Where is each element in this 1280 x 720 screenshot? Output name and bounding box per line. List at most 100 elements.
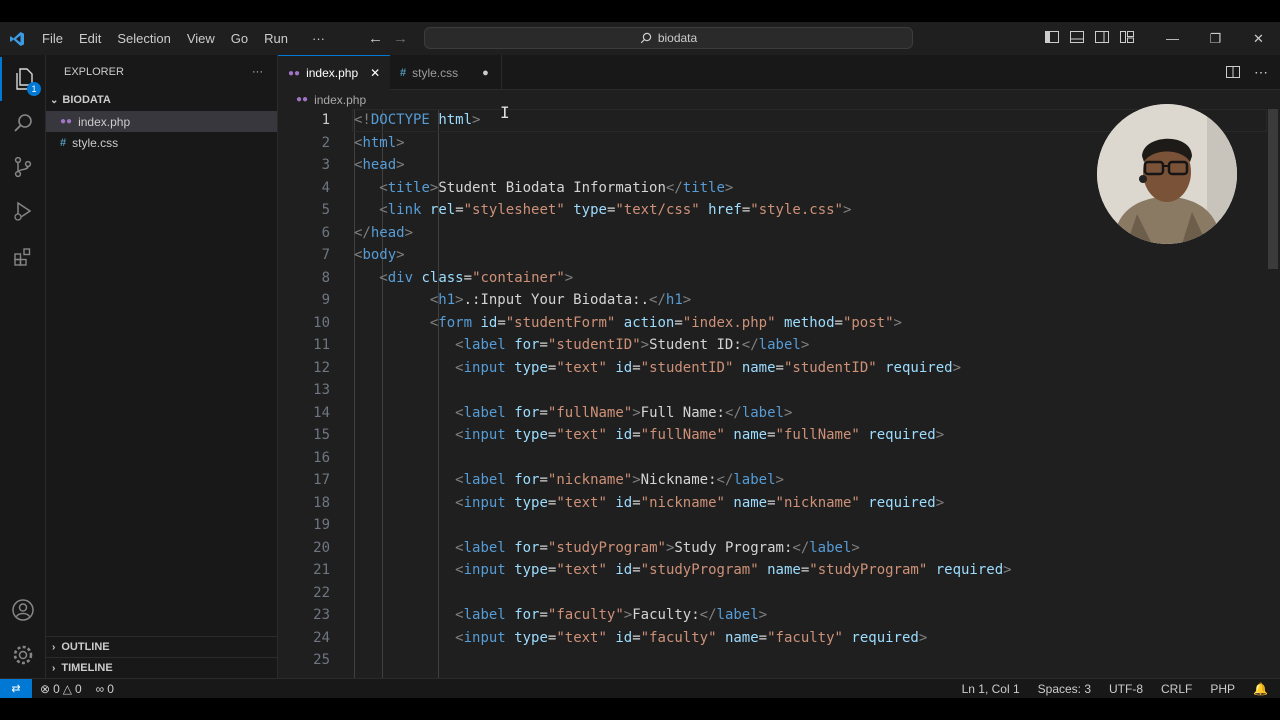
code-line[interactable]: 11 <label for="studentID">Student ID:</l… — [278, 334, 1268, 357]
menu-item[interactable]: ··· — [304, 22, 333, 55]
line-number: 14 — [313, 404, 330, 421]
restore-icon[interactable]: ❐ — [1194, 31, 1237, 47]
file-item-index-php[interactable]: ●● index.php — [46, 111, 277, 132]
command-center-search[interactable]: biodata — [424, 27, 913, 49]
unsaved-dot-icon[interactable]: ● — [482, 67, 489, 79]
line-number: 23 — [313, 607, 330, 623]
line-number: 9 — [321, 292, 330, 308]
line-number: 10 — [313, 314, 330, 331]
cursor-position[interactable]: Ln 1, Col 1 — [962, 682, 1020, 696]
video-letterbox-bottom — [0, 698, 1280, 720]
line-number: 16 — [313, 449, 330, 466]
code-text: <input type="text" id="studyProgram" nam… — [455, 562, 1012, 578]
line-number: 19 — [313, 517, 330, 533]
run-debug-icon[interactable] — [0, 189, 46, 233]
menu-item[interactable]: File — [34, 22, 71, 55]
code-line[interactable]: 7 <body> — [278, 244, 1268, 267]
line-number: 1 — [321, 112, 330, 128]
tab-style-css[interactable]: # style.css ● — [390, 55, 502, 90]
explorer-header: EXPLORER ··· — [46, 55, 277, 89]
toggle-secondary-sidebar-icon[interactable] — [1089, 31, 1114, 46]
code-text: <form id="studentForm" action="index.php… — [429, 314, 902, 331]
notifications-bell-icon[interactable]: 🔔 — [1253, 682, 1268, 696]
manage-gear-icon[interactable] — [0, 633, 46, 677]
indentation[interactable]: Spaces: 3 — [1038, 682, 1091, 696]
code-line[interactable]: 25 — [278, 649, 1268, 672]
code-line[interactable]: 22 — [278, 582, 1268, 605]
code-text: <h1>.:Input Your Biodata:.</h1> — [429, 292, 692, 308]
outline-section[interactable]: › OUTLINE — [46, 636, 278, 657]
status-left: ⊗ 0 △ 0 ∞ 0 — [32, 682, 114, 696]
code-line[interactable]: 12 <input type="text" id="studentID" nam… — [278, 357, 1268, 380]
code-line[interactable]: 21 <input type="text" id="studyProgram" … — [278, 559, 1268, 582]
search-view-icon[interactable] — [0, 101, 46, 145]
code-line[interactable]: 19 — [278, 514, 1268, 537]
split-editor-icon[interactable] — [1226, 65, 1240, 81]
code-line[interactable]: 17 <label for="nickname">Nickname:</labe… — [278, 469, 1268, 492]
code-line[interactable]: 13 — [278, 379, 1268, 402]
ports-indicator[interactable]: ∞ 0 — [96, 682, 114, 696]
toggle-sidebar-icon[interactable] — [1039, 31, 1064, 46]
line-number: 24 — [313, 629, 330, 646]
window-controls: — ❐ ✕ — [1039, 22, 1280, 55]
menu-bar: File Edit Selection View Go Run ··· — [34, 22, 333, 55]
menu-item[interactable]: Run — [256, 22, 296, 55]
warning-count: 0 — [74, 681, 82, 696]
explorer-icon[interactable]: 1 — [0, 57, 46, 101]
code-text: <input type="text" id="studentID" name="… — [455, 359, 961, 376]
line-number: 3 — [321, 157, 330, 173]
menu-item[interactable]: Selection — [109, 22, 178, 55]
toggle-panel-icon[interactable] — [1064, 31, 1089, 46]
more-actions-icon[interactable]: ⋯ — [1254, 64, 1268, 81]
menu-item[interactable]: Edit — [71, 22, 109, 55]
forward-arrow-icon[interactable]: → — [393, 30, 408, 47]
warning-icon: △ — [62, 681, 72, 696]
code-line[interactable]: 18 <input type="text" id="nickname" name… — [278, 492, 1268, 515]
code-line[interactable]: 20 <label for="studyProgram">Study Progr… — [278, 537, 1268, 560]
activity-bar: 1 — [0, 55, 46, 678]
folder-biodata[interactable]: ⌄ BIODATA — [46, 89, 277, 111]
extensions-icon[interactable] — [0, 235, 46, 279]
code-line[interactable]: 15 <input type="text" id="fullName" name… — [278, 424, 1268, 447]
timeline-section[interactable]: › TIMELINE — [46, 657, 278, 678]
menu-item[interactable]: Go — [223, 22, 256, 55]
source-control-icon[interactable] — [0, 145, 46, 189]
code-text: <label for="nickname">Nickname:</label> — [455, 472, 784, 488]
code-line[interactable]: 24 <input type="text" id="faculty" name=… — [278, 627, 1268, 650]
file-item-style-css[interactable]: # style.css — [46, 132, 277, 153]
line-number: 15 — [313, 427, 330, 443]
tab-label: index.php — [306, 66, 359, 80]
php-file-icon: ●● — [296, 94, 309, 105]
menu-item[interactable]: View — [179, 22, 223, 55]
code-line[interactable]: 16 — [278, 447, 1268, 470]
code-line[interactable]: 10 <form id="studentForm" action="index.… — [278, 312, 1268, 335]
remote-indicator-icon[interactable]: ⇄ — [0, 678, 32, 699]
problems-indicator[interactable]: ⊗ 0 △ 0 — [40, 682, 82, 696]
editor-scrollbar[interactable] — [1268, 109, 1278, 269]
customize-layout-icon[interactable] — [1114, 31, 1139, 46]
breadcrumb-file[interactable]: index.php — [314, 93, 366, 107]
accounts-icon[interactable] — [0, 588, 46, 632]
line-ending[interactable]: CRLF — [1161, 682, 1192, 696]
error-icon: ⊗ — [40, 681, 51, 696]
folder-label: BIODATA — [62, 94, 111, 106]
line-number: 21 — [313, 562, 330, 578]
tab-index-php[interactable]: ●● index.php ✕ — [278, 55, 390, 90]
code-line[interactable]: 23 <label for="faculty">Faculty:</label> — [278, 604, 1268, 627]
close-icon[interactable]: ✕ — [370, 66, 380, 80]
code-line[interactable]: 8 <div class="container"> — [278, 267, 1268, 290]
css-file-icon: # — [400, 66, 407, 79]
code-line[interactable]: 14 <label for="fullName">Full Name:</lab… — [278, 402, 1268, 425]
line-number: 25 — [313, 652, 330, 668]
close-window-icon[interactable]: ✕ — [1237, 31, 1280, 47]
tab-label: style.css — [412, 65, 459, 80]
status-right: Ln 1, Col 1 Spaces: 3 UTF-8 CRLF PHP 🔔 — [962, 679, 1268, 699]
back-arrow-icon[interactable]: ← — [368, 30, 383, 47]
encoding[interactable]: UTF-8 — [1109, 682, 1143, 696]
code-line[interactable]: 9 <h1>.:Input Your Biodata:.</h1> — [278, 289, 1268, 312]
minimize-icon[interactable]: — — [1151, 31, 1194, 46]
breadcrumb: ●● index.php — [278, 90, 1280, 109]
language-mode[interactable]: PHP — [1210, 682, 1235, 696]
code-text: <link rel="stylesheet" type="text/css" h… — [379, 202, 852, 218]
explorer-more-actions-icon[interactable]: ··· — [252, 66, 263, 78]
